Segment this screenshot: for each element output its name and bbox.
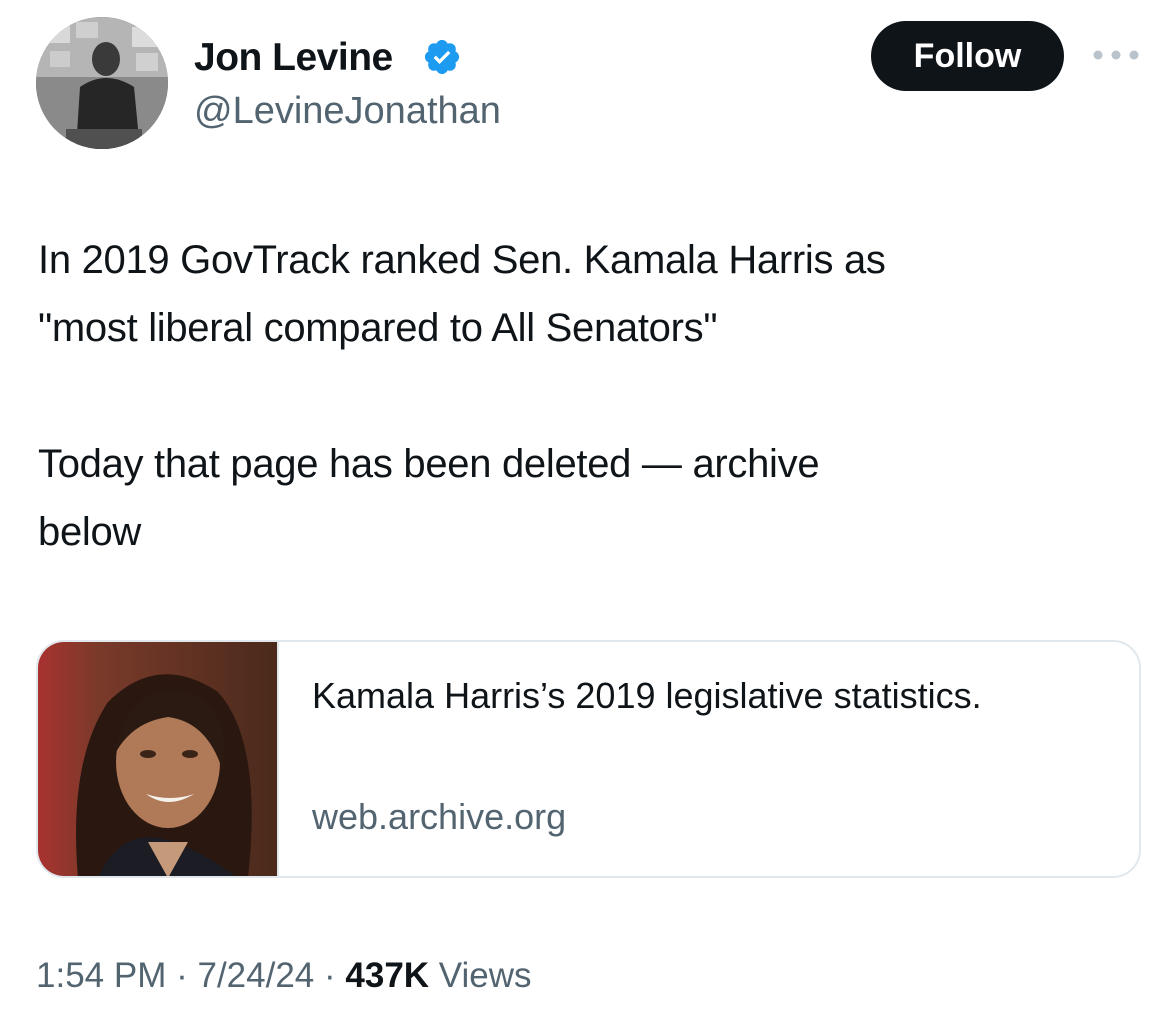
views-label: Views <box>438 956 532 995</box>
avatar[interactable] <box>36 17 168 149</box>
link-card[interactable]: Kamala Harris’s 2019 legislative statist… <box>36 640 1141 878</box>
card-domain: web.archive.org <box>312 796 567 837</box>
card-thumbnail <box>38 642 279 876</box>
more-horizontal-icon[interactable] <box>1092 48 1140 62</box>
tweet-meta: 1:54 PM · 7/24/24 · 437K Views <box>36 950 532 1002</box>
tweet-date[interactable]: 7/24/24 <box>197 956 314 995</box>
views-count[interactable]: 437K <box>345 956 429 995</box>
card-title: Kamala Harris’s 2019 legislative statist… <box>312 675 982 716</box>
author-handle[interactable]: @LevineJonathan <box>194 88 501 134</box>
avatar-photo <box>36 17 168 149</box>
tweet-text: In 2019 GovTrack ranked Sen. Kamala Harr… <box>38 238 886 554</box>
verified-badge-icon <box>424 39 460 75</box>
follow-button[interactable]: Follow <box>871 21 1064 91</box>
author-name[interactable]: Jon Levine <box>194 34 393 82</box>
portrait-image <box>38 642 277 876</box>
meta-separator: · <box>176 956 188 995</box>
tweet-time[interactable]: 1:54 PM <box>36 956 166 995</box>
meta-separator: · <box>324 956 336 995</box>
